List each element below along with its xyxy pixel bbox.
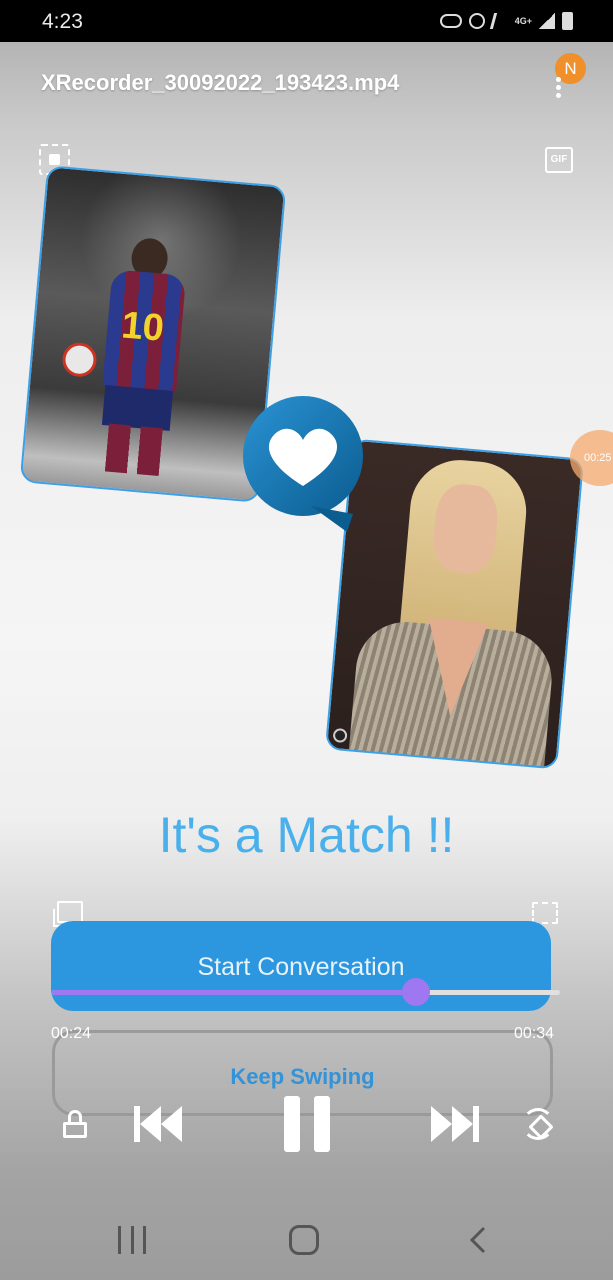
skip-next-icon[interactable]	[431, 1106, 479, 1142]
video-file-name: XRecorder_30092022_193423.mp4	[41, 70, 400, 95]
fullscreen-icon[interactable]	[532, 902, 558, 924]
gif-button[interactable]: GIF	[545, 147, 573, 173]
skip-previous-icon[interactable]	[134, 1106, 182, 1142]
seek-bar-progress	[52, 990, 416, 995]
seek-bar[interactable]	[52, 978, 560, 1006]
back-button[interactable]	[468, 1226, 488, 1254]
seek-bar-thumb[interactable]	[401, 978, 430, 1006]
lock-icon[interactable]	[63, 1110, 87, 1138]
alarm-icon	[468, 13, 485, 29]
home-button[interactable]	[289, 1225, 319, 1255]
jersey-number-graphic: 10	[119, 304, 166, 350]
battery-icon	[562, 12, 573, 30]
pause-icon[interactable]	[284, 1096, 330, 1152]
football	[61, 341, 98, 379]
status-time: 4:23	[42, 10, 83, 33]
vpn-key-icon	[439, 14, 462, 28]
rotate-screen-icon[interactable]	[522, 1108, 554, 1140]
player-socks	[104, 423, 163, 477]
start-conversation-button[interactable]: Start Conversation	[51, 921, 551, 1011]
mute-icon	[489, 13, 510, 29]
signal-icon	[539, 13, 555, 29]
photo-info-icon[interactable]	[332, 727, 348, 744]
more-vertical-icon[interactable]	[556, 77, 562, 98]
recent-apps-button[interactable]	[118, 1226, 146, 1254]
match-title: It's a Match !!	[158, 807, 455, 863]
network-type-label: 4G+	[514, 16, 532, 26]
status-icons: 4G+	[439, 12, 573, 30]
heart-logo-icon	[243, 396, 363, 532]
status-bar: 4:23 4G+	[0, 0, 613, 42]
total-time: 00:34	[514, 1025, 555, 1042]
picture-in-picture-icon[interactable]	[53, 901, 83, 927]
current-time: 00:24	[51, 1025, 92, 1042]
